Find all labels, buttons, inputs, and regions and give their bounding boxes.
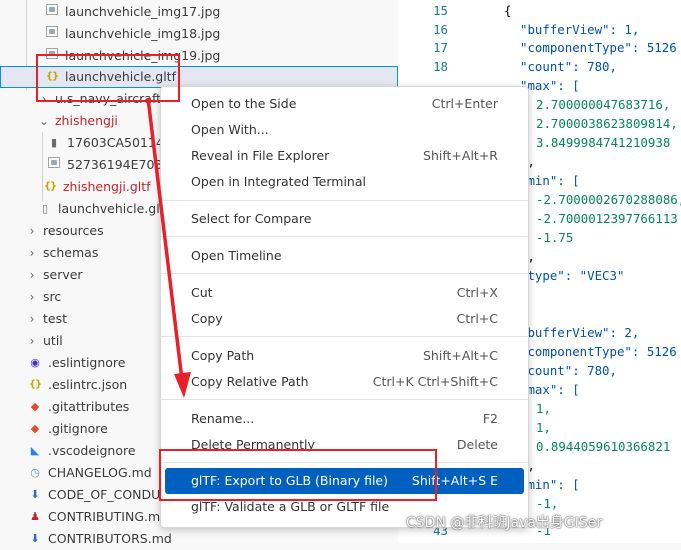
download-icon: ⬇	[30, 488, 40, 501]
tree-item-launchvehicle-img18[interactable]: launchvehicle_img18.jpg	[0, 23, 398, 45]
chevron-right-icon: ›	[29, 290, 35, 304]
menu-separator	[161, 200, 528, 201]
tree-item-label: .gitignore	[48, 421, 108, 436]
tree-item-label: launchvehicle_img18.jpg	[65, 26, 221, 41]
binary-file-icon: ▮	[50, 136, 58, 149]
image-file-icon	[44, 23, 60, 45]
tree-item-label: zhishengji.gltf	[63, 179, 151, 194]
menu-separator	[161, 399, 528, 400]
json-file-icon: {}	[28, 379, 42, 390]
tree-item-label: .vscodeignore	[48, 443, 136, 458]
tree-item-label: zhishengji	[55, 113, 118, 128]
tree-item-label: test	[43, 311, 68, 326]
menu-item-cut[interactable]: Cut Ctrl+X	[165, 280, 524, 306]
tree-item-launchvehicle-img17[interactable]: launchvehicle_img17.jpg	[0, 1, 398, 23]
person-icon: ♟	[30, 510, 40, 523]
tree-item-contributors[interactable]: ⬇ CONTRIBUTORS.md	[0, 528, 398, 550]
menu-item-open-in-terminal[interactable]: Open in Integrated Terminal	[165, 169, 524, 195]
menu-item-copy-relative-path[interactable]: Copy Relative Path Ctrl+K Ctrl+Shift+C	[165, 369, 524, 395]
tree-item-label: schemas	[43, 245, 99, 260]
tree-item-label: .gitattributes	[48, 399, 130, 414]
menu-separator	[161, 273, 528, 274]
tree-item-label: launchvehicle.glb	[58, 201, 168, 216]
tree-item-label: src	[43, 289, 62, 304]
chevron-right-icon: ›	[29, 268, 35, 282]
tree-item-label: .eslintrc.json	[48, 377, 128, 392]
highlight-box-export-menu-item	[159, 449, 437, 501]
clock-icon: ◷	[30, 466, 40, 479]
json-file-icon: {}	[43, 181, 57, 192]
tree-item-label: resources	[43, 223, 104, 238]
tree-item-label: CONTRIBUTORS.md	[48, 531, 172, 546]
git-icon: ◆	[30, 422, 40, 435]
menu-item-open-with[interactable]: Open With...	[165, 117, 524, 143]
git-icon: ◆	[30, 400, 40, 413]
tree-item-label: util	[43, 333, 63, 348]
menu-item-select-for-compare[interactable]: Select for Compare	[165, 206, 524, 232]
chevron-right-icon: ›	[29, 246, 35, 260]
watermark: CSDN @非科班Java出身GISer	[406, 515, 603, 531]
menu-separator	[161, 236, 528, 237]
menu-item-rename[interactable]: Rename... F2	[165, 406, 524, 432]
tree-item-label: CHANGELOG.md	[48, 465, 152, 480]
image-file-icon	[44, 1, 60, 23]
tree-item-label: server	[43, 267, 83, 282]
tree-item-label: .eslintignore	[48, 355, 126, 370]
chevron-right-icon: ›	[29, 224, 35, 238]
highlight-box-gltf-file	[36, 54, 180, 102]
chevron-right-icon: ›	[29, 312, 35, 326]
chevron-down-icon: ⌄	[38, 114, 50, 128]
chevron-right-icon: ›	[29, 334, 35, 348]
tree-item-label: CONTRIBUTING.md	[48, 509, 169, 524]
file-icon: ▯	[41, 202, 49, 215]
menu-separator	[161, 336, 528, 337]
menu-item-open-to-side[interactable]: Open to the Side Ctrl+Enter	[165, 91, 524, 117]
download-icon: ⬇	[30, 532, 40, 545]
menu-item-open-timeline[interactable]: Open Timeline	[165, 243, 524, 269]
tree-item-label: launchvehicle_img17.jpg	[65, 4, 221, 19]
menu-item-copy[interactable]: Copy Ctrl+C	[165, 306, 524, 332]
tree-item-label: CODE_OF_CONDUCT	[48, 487, 177, 502]
menu-item-reveal-in-explorer[interactable]: Reveal in File Explorer Shift+Alt+R	[165, 143, 524, 169]
image-file-icon	[46, 154, 62, 176]
eslint-icon: ◉	[30, 356, 40, 369]
menu-item-copy-path[interactable]: Copy Path Shift+Alt+C	[165, 343, 524, 369]
vscode-icon: ◣	[30, 444, 40, 457]
